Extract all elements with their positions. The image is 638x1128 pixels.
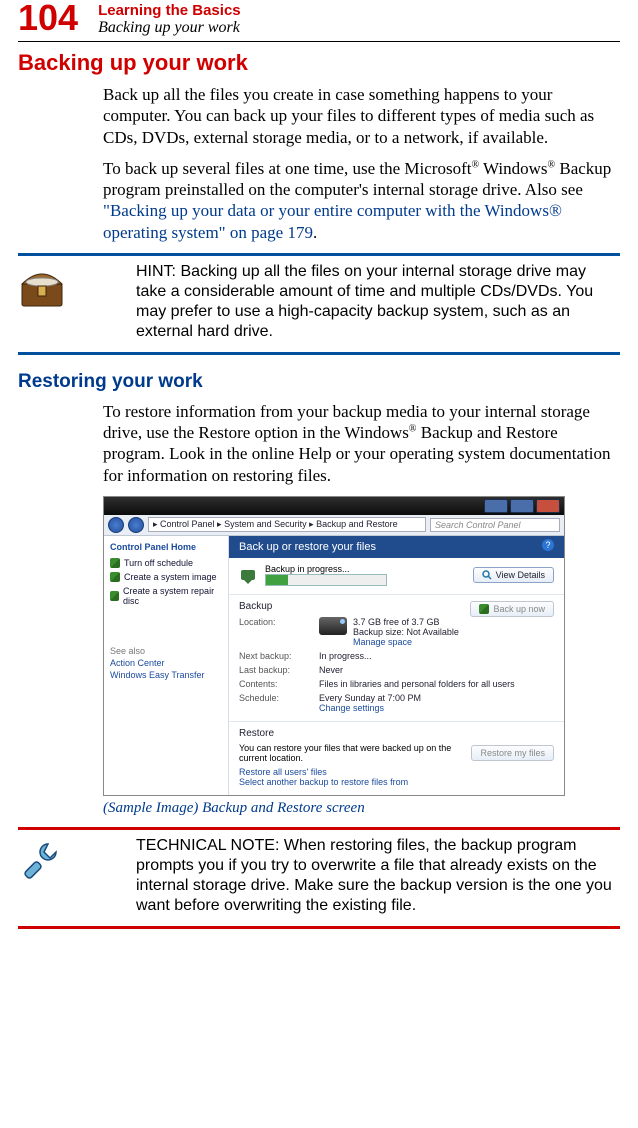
p2-b: Windows: [479, 159, 547, 178]
magnifier-icon: [482, 570, 492, 580]
last-backup-value: Never: [319, 665, 554, 675]
search-input[interactable]: Search Control Panel: [430, 518, 560, 532]
chapter-title: Learning the Basics: [98, 2, 241, 19]
sidebar-header: Control Panel Home: [110, 542, 222, 552]
progress-label: Backup in progress...: [265, 564, 387, 574]
sidebar-item-system-image[interactable]: Create a system image: [110, 572, 222, 582]
heading-restoring: Restoring your work: [18, 371, 620, 393]
progress-bar: [265, 574, 387, 586]
para-backup-program: To back up several files at one time, us…: [103, 158, 620, 243]
address-bar: ▸ Control Panel ▸ System and Security ▸ …: [104, 515, 564, 536]
reg-mark: ®: [548, 159, 556, 170]
sidebar: Control Panel Home Turn off schedule Cre…: [104, 536, 229, 795]
technote-top-rule: [18, 827, 620, 830]
restore-files-button[interactable]: Restore my files: [471, 745, 554, 761]
restore-section-title: Restore: [239, 728, 554, 739]
panel-banner: Back up or restore your files ?: [229, 536, 564, 558]
heading-backing-up: Backing up your work: [18, 50, 620, 76]
see-also-easy-transfer[interactable]: Windows Easy Transfer: [110, 670, 222, 680]
help-icon[interactable]: ?: [542, 539, 554, 551]
restore-desc: You can restore your files that were bac…: [239, 743, 471, 763]
hint-callout: HINT: Backing up all the files on your i…: [18, 262, 620, 342]
backup-now-button[interactable]: Back up now: [470, 601, 554, 617]
technote-bottom-rule: [18, 926, 620, 929]
screenshot-caption: (Sample Image) Backup and Restore screen: [103, 800, 620, 817]
maximize-button[interactable]: [510, 499, 534, 513]
next-backup-label: Next backup:: [239, 651, 319, 661]
para-intro: Back up all the files you create in case…: [103, 84, 620, 148]
hdd-icon: [319, 617, 347, 635]
breadcrumb[interactable]: ▸ Control Panel ▸ System and Security ▸ …: [148, 517, 426, 532]
technote-callout: TECHNICAL NOTE: When restoring files, th…: [18, 836, 620, 916]
p2-d: .: [313, 223, 317, 242]
window-titlebar: [104, 497, 564, 515]
reg-mark: ®: [409, 423, 417, 434]
select-backup-link[interactable]: Select another backup to restore files f…: [239, 777, 554, 787]
shield-icon: [110, 572, 120, 582]
schedule-value: Every Sunday at 7:00 PM: [319, 693, 554, 703]
close-button[interactable]: [536, 499, 560, 513]
para-restore: To restore information from your backup …: [103, 401, 620, 486]
wrench-icon: [18, 836, 66, 884]
shield-icon: [110, 591, 119, 601]
minimize-button[interactable]: [484, 499, 508, 513]
backup-progress: Backup in progress...: [239, 564, 387, 586]
shield-icon: [479, 604, 489, 614]
view-details-button[interactable]: View Details: [473, 567, 554, 583]
contents-label: Contents:: [239, 679, 319, 689]
hint-text: HINT: Backing up all the files on your i…: [136, 262, 620, 342]
sidebar-item-turn-off[interactable]: Turn off schedule: [110, 558, 222, 568]
backup-size: Backup size: Not Available: [353, 627, 459, 637]
technote-text: TECHNICAL NOTE: When restoring files, th…: [136, 836, 620, 916]
nav-back-button[interactable]: [108, 517, 124, 533]
p2-a: To back up several files at one time, us…: [103, 159, 471, 178]
nav-forward-button[interactable]: [128, 517, 144, 533]
main-panel: Back up or restore your files ? Backup i…: [229, 536, 564, 795]
location-value: 3.7 GB free of 3.7 GB: [353, 617, 459, 627]
restore-all-link[interactable]: Restore all users' files: [239, 767, 554, 777]
last-backup-label: Last backup:: [239, 665, 319, 675]
backup-icon: [239, 566, 257, 584]
screenshot-backup-restore: ▸ Control Panel ▸ System and Security ▸ …: [103, 496, 565, 796]
manage-space-link[interactable]: Manage space: [353, 637, 459, 647]
change-settings-link[interactable]: Change settings: [319, 703, 554, 713]
see-also-header: See also: [110, 646, 222, 656]
location-label: Location:: [239, 617, 319, 647]
contents-value: Files in libraries and personal folders …: [319, 679, 554, 689]
chest-icon: [18, 262, 66, 310]
cross-ref-link[interactable]: "Backing up your data or your entire com…: [103, 201, 562, 241]
backup-section-title: Backup: [239, 601, 272, 612]
hint-top-rule: [18, 253, 620, 256]
running-header: 104 Learning the Basics Backing up your …: [18, 0, 620, 37]
hint-bottom-rule: [18, 352, 620, 355]
see-also-action-center[interactable]: Action Center: [110, 658, 222, 668]
header-section-title: Backing up your work: [98, 19, 241, 37]
sidebar-item-repair-disc[interactable]: Create a system repair disc: [110, 586, 222, 606]
reg-mark: ®: [471, 159, 479, 170]
next-backup-value: In progress...: [319, 651, 554, 661]
schedule-label: Schedule:: [239, 693, 319, 713]
header-rule: [18, 41, 620, 42]
page-number: 104: [18, 0, 78, 36]
shield-icon: [110, 558, 120, 568]
